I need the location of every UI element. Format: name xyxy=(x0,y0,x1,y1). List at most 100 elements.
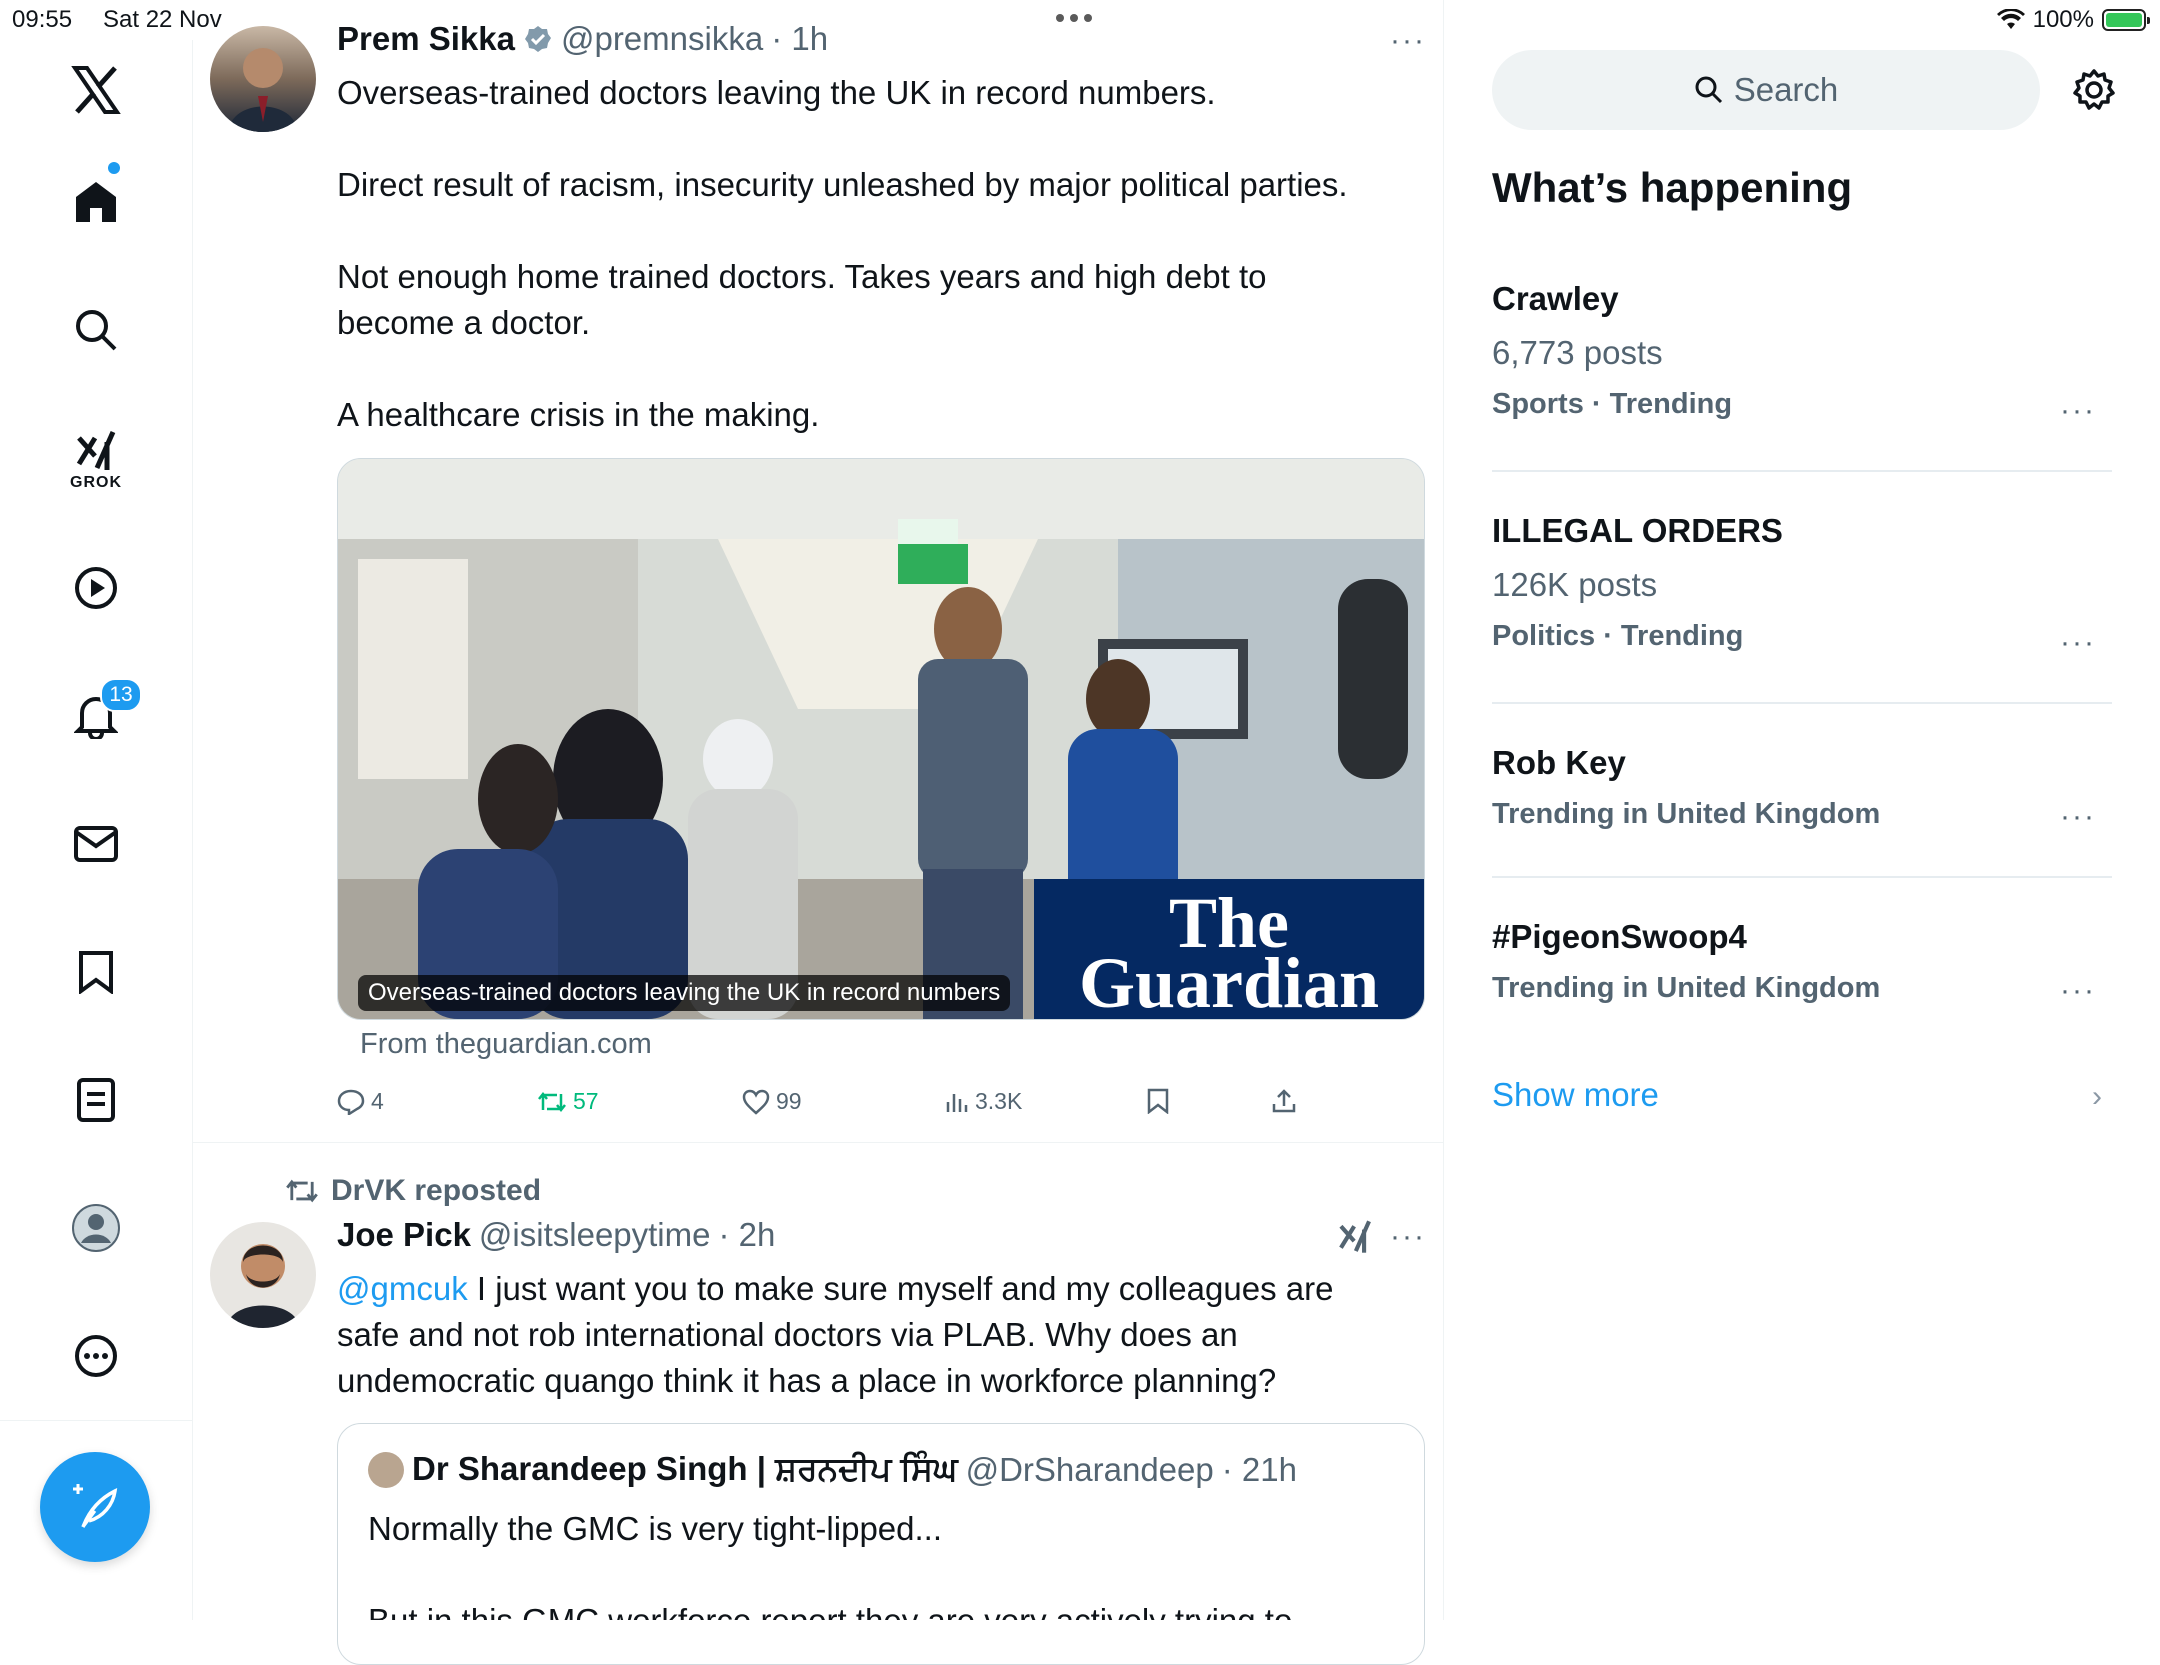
views-count: 3.3K xyxy=(975,1088,1023,1114)
status-time: 09:55 xyxy=(12,6,73,33)
reply-count: 4 xyxy=(371,1088,384,1114)
tweet-text-line: undemocratic quango think it has a place… xyxy=(337,1362,1277,1399)
heart-icon xyxy=(742,1089,770,1115)
verified-badge-icon xyxy=(524,26,551,52)
author-name[interactable]: Joe Pick xyxy=(337,1216,471,1254)
grok-explain-icon[interactable] xyxy=(1336,1218,1374,1261)
more-circle-icon xyxy=(75,1335,117,1377)
trend-divider xyxy=(1492,702,2112,704)
mention-link[interactable]: @gmcuk xyxy=(337,1270,468,1307)
tweet2-text: @gmcuk I just want you to make sure myse… xyxy=(337,1266,1427,1404)
trend-name: Rob Key xyxy=(1492,744,1626,781)
tweet-text-line: I just want you to make sure myself and … xyxy=(467,1270,1334,1307)
gear-icon xyxy=(2073,69,2115,110)
nav-lists[interactable] xyxy=(56,1060,136,1140)
repost-button[interactable]: 57 xyxy=(537,1088,599,1115)
avatar-joe-pick[interactable] xyxy=(210,1222,316,1328)
trend-posts: 6,773 posts xyxy=(1492,334,1663,371)
author-handle[interactable]: @isitsleepytime xyxy=(479,1216,711,1254)
notifications-badge: 13 xyxy=(100,678,142,712)
tweet1-more-icon[interactable]: ··· xyxy=(1390,24,1426,58)
like-count: 99 xyxy=(776,1088,802,1114)
search-input[interactable]: Search xyxy=(1492,50,2040,130)
nav-explore[interactable] xyxy=(56,290,136,370)
trend-more-icon[interactable]: ··· xyxy=(2060,974,2096,1008)
grok-label: GROK xyxy=(70,474,122,491)
whats-happening-title: What’s happening xyxy=(1492,164,1853,211)
views-chart-icon xyxy=(946,1093,968,1112)
trend-more-icon[interactable]: ··· xyxy=(2060,394,2096,428)
trend-item[interactable]: ILLEGAL ORDERS 126K posts Politics · Tre… xyxy=(1492,512,2112,659)
settings-button[interactable] xyxy=(2072,68,2116,117)
search-placeholder: Search xyxy=(1733,71,1839,108)
trend-more-icon[interactable]: ··· xyxy=(2060,626,2096,660)
nav-profile[interactable] xyxy=(56,1188,136,1268)
tweet1-text: Overseas-trained doctors leaving the UK … xyxy=(337,70,1417,438)
views-button[interactable]: 3.3K xyxy=(945,1088,1022,1115)
link-source[interactable]: From theguardian.com xyxy=(360,1028,652,1061)
profile-avatar-icon xyxy=(72,1204,120,1252)
tweet-text-line: Direct result of racism, insecurity unle… xyxy=(337,166,1348,203)
share-icon xyxy=(1272,1089,1296,1113)
sidebar-divider xyxy=(0,1420,192,1421)
tweet-text-line: become a doctor. xyxy=(337,304,591,341)
trend-item[interactable]: #PigeonSwoop4 Trending in United Kingdom… xyxy=(1492,918,2112,1008)
quoted-tweet-text-clipped: But in this GMC workforce report they ar… xyxy=(368,1598,1292,1620)
home-icon xyxy=(76,182,116,222)
repost-icon xyxy=(538,1091,566,1112)
tweet2-header: Joe Pick @isitsleepytime · 2h xyxy=(337,1216,775,1254)
repost-count: 57 xyxy=(573,1088,599,1114)
show-more-link[interactable]: Show more xyxy=(1492,1076,1659,1114)
trend-posts: 126K posts xyxy=(1492,566,1658,603)
trend-item[interactable]: Rob Key Trending in United Kingdom ··· xyxy=(1492,744,2112,834)
link-card-image[interactable]: Overseas-trained doctors leaving the UK … xyxy=(337,458,1425,1020)
trend-meta: Sports · Trending xyxy=(1492,388,1733,420)
trend-meta: Politics · Trending xyxy=(1492,620,1744,652)
nav-messages[interactable] xyxy=(56,804,136,884)
play-icon xyxy=(75,567,117,609)
trend-item[interactable]: Crawley 6,773 posts Sports · Trending ··… xyxy=(1492,280,2112,427)
avatar-prem-sikka[interactable] xyxy=(210,26,316,132)
nav-more[interactable] xyxy=(56,1316,136,1396)
tweet-text-line: A healthcare crisis in the making. xyxy=(337,396,820,433)
left-sidebar: GROK 13 xyxy=(0,40,193,1620)
tweet1-header: Prem Sikka @premnsikka · 1h xyxy=(337,20,828,58)
search-icon xyxy=(76,310,117,351)
trend-name: #PigeonSwoop4 xyxy=(1492,918,1747,955)
compose-button[interactable] xyxy=(40,1452,150,1562)
grok-icon xyxy=(76,430,116,470)
quoted-avatar xyxy=(368,1451,404,1488)
nav-grok[interactable]: GROK xyxy=(56,420,136,500)
tweet-text-line: Overseas-trained doctors leaving the UK … xyxy=(337,74,1216,111)
quoted-tweet-time: · 21h xyxy=(1221,1450,1297,1488)
tweet-divider xyxy=(193,1142,1443,1143)
repost-icon xyxy=(286,1179,318,1203)
tweet2-more-icon[interactable]: ··· xyxy=(1390,1220,1426,1254)
like-button[interactable]: 99 xyxy=(742,1088,802,1115)
x-logo-icon[interactable] xyxy=(56,50,136,130)
tweet1-actions: 4 57 99 3.3K xyxy=(337,1088,1337,1118)
tweet-text-line: Not enough home trained doctors. Takes y… xyxy=(337,258,1267,295)
repost-context[interactable]: DrVK reposted xyxy=(285,1174,541,1208)
link-card-caption: Overseas-trained doctors leaving the UK … xyxy=(358,975,1011,1011)
guardian-logo: The Guardian xyxy=(1034,879,1424,1019)
nav-video[interactable] xyxy=(56,548,136,628)
quoted-tweet[interactable]: Dr Sharandeep Singh | ਸ਼ਰਨਦੀਪ ਸਿੰਘ @DrSh… xyxy=(337,1423,1425,1665)
author-handle[interactable]: @premnsikka xyxy=(561,20,763,58)
trend-divider xyxy=(1492,470,2112,472)
search-icon xyxy=(1695,76,1722,104)
chevron-right-icon: › xyxy=(2092,1080,2102,1113)
nav-home[interactable] xyxy=(56,162,136,242)
trend-name: Crawley xyxy=(1492,280,1619,317)
nav-bookmarks[interactable] xyxy=(56,932,136,1012)
nav-notifications[interactable]: 13 xyxy=(56,676,142,756)
trend-more-icon[interactable]: ··· xyxy=(2060,800,2096,834)
tweet-text-line: safe and not rob international doctors v… xyxy=(337,1316,1238,1353)
reply-button[interactable]: 4 xyxy=(337,1088,384,1115)
bookmark-button[interactable] xyxy=(1147,1088,1169,1114)
author-name[interactable]: Prem Sikka xyxy=(337,20,515,58)
quoted-tweet-text: Normally the GMC is very tight-lipped... xyxy=(368,1510,943,1547)
trend-name: ILLEGAL ORDERS xyxy=(1492,512,1783,549)
share-button[interactable] xyxy=(1272,1088,1296,1114)
repost-context-label: DrVK reposted xyxy=(331,1174,542,1207)
